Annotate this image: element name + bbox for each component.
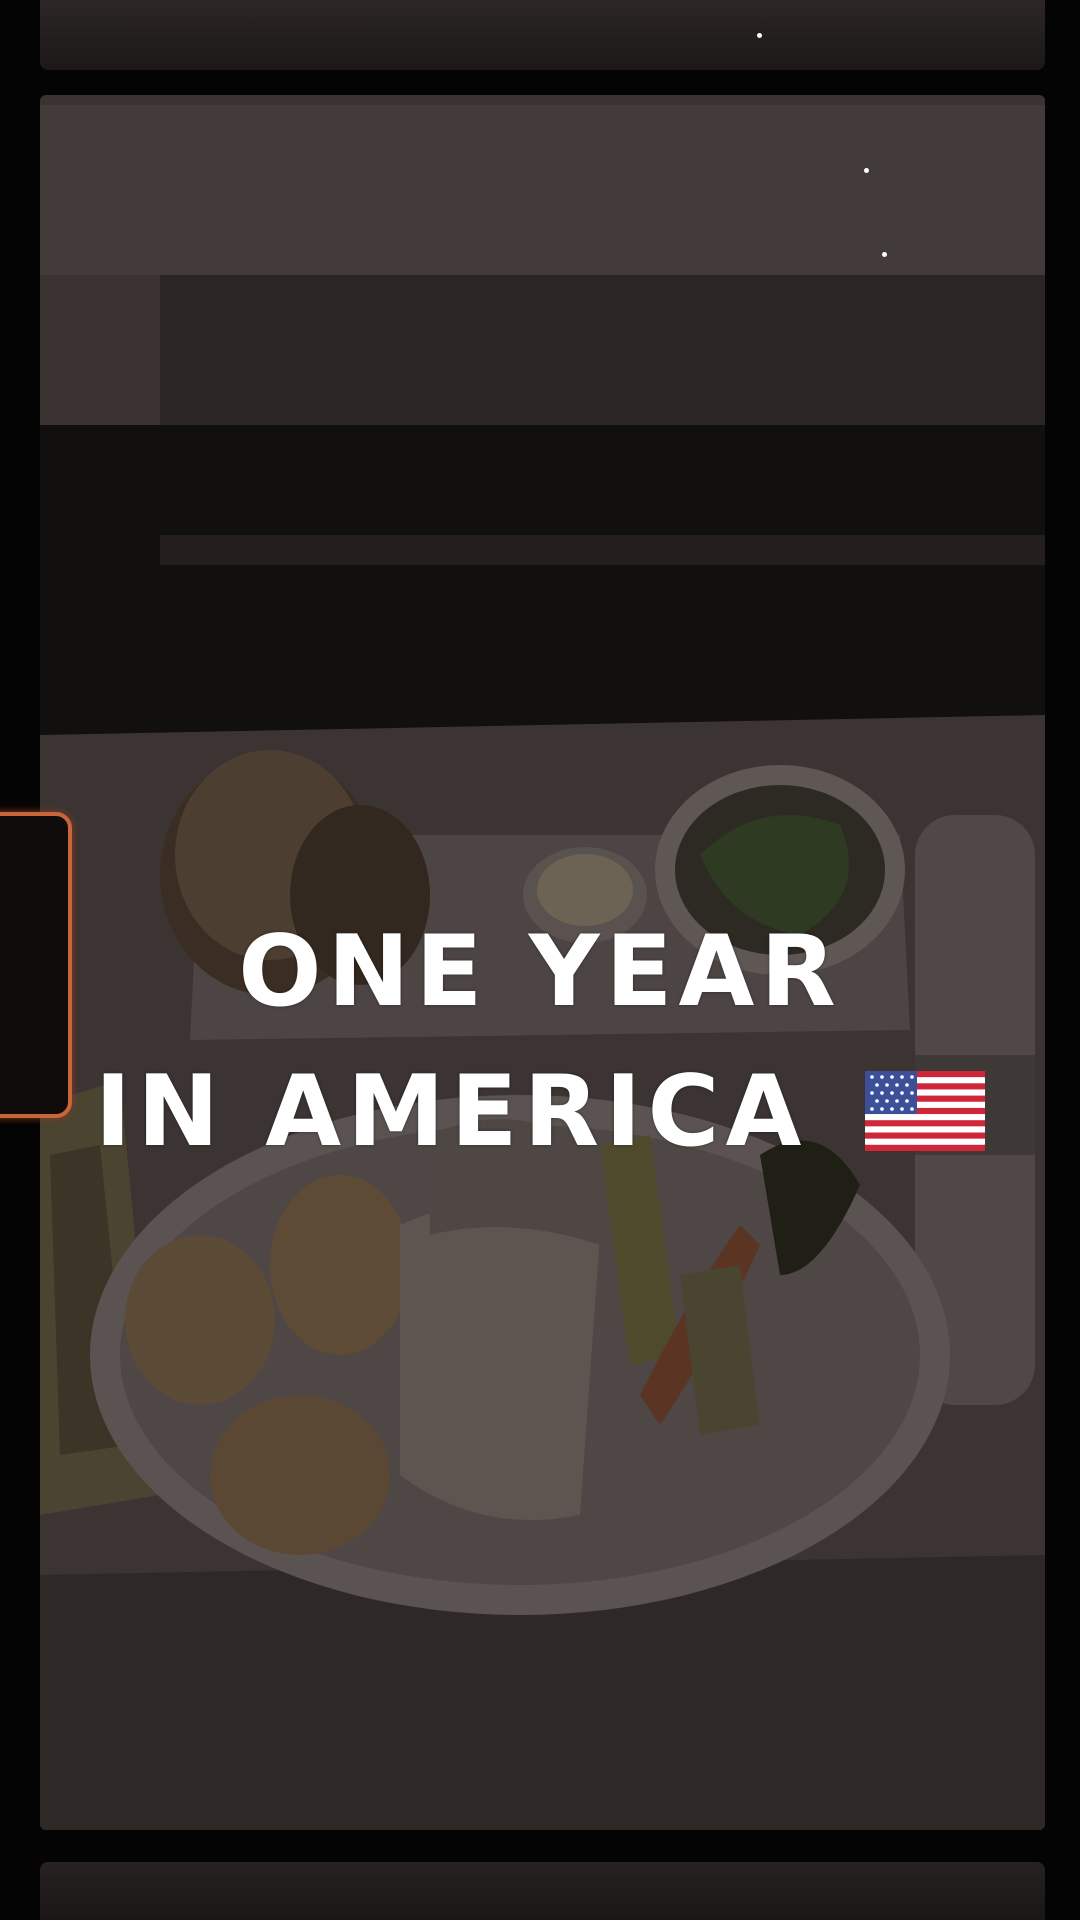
film-frame-bottom (40, 1862, 1045, 1920)
sparkle-dot (864, 168, 869, 173)
headline-line-2-text: IN AMERICA (94, 1055, 808, 1169)
headline-line-2: IN AMERICA (0, 1055, 1080, 1175)
sparkle-dot (882, 252, 887, 257)
sparkle-dot (757, 33, 762, 38)
headline-line-1: ONE YEAR (238, 915, 842, 1029)
us-flag-icon (865, 1061, 986, 1175)
film-frame-top (40, 0, 1045, 70)
